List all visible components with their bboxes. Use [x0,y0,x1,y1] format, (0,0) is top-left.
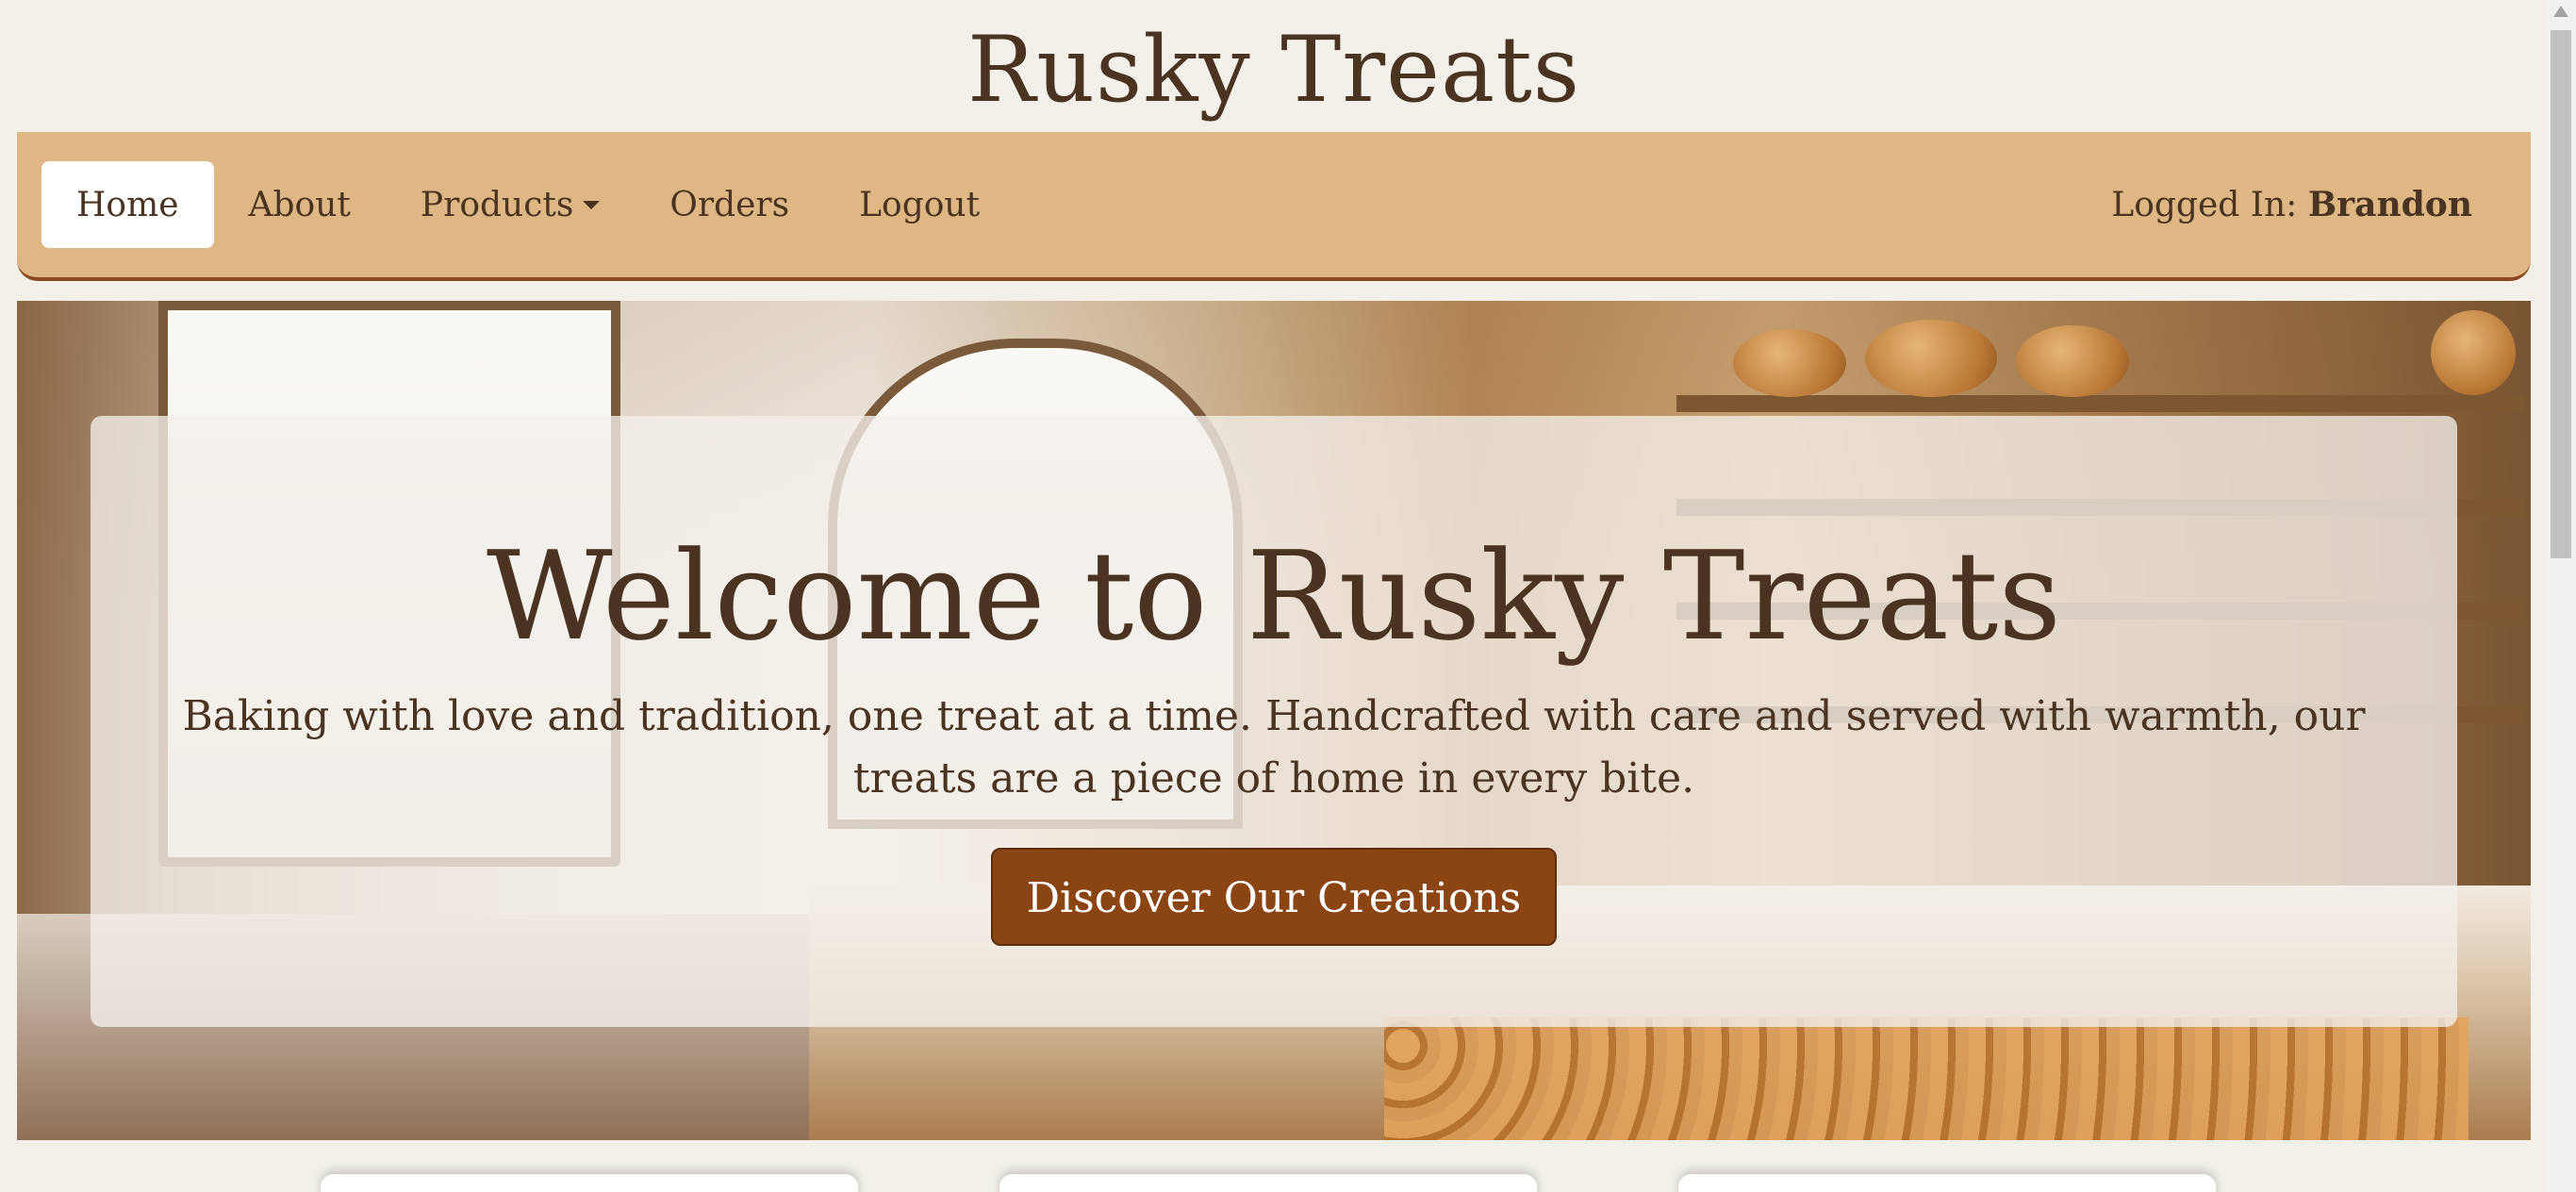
page: Rusky Treats Home About Products Orders … [0,0,2576,1192]
hero-card: Welcome to Rusky Treats Baking with love… [91,416,2457,1027]
hero-section: Welcome to Rusky Treats Baking with love… [17,301,2531,1140]
hero-background-shelf [1676,395,2525,412]
nav-item-products[interactable]: Products [386,161,635,248]
vertical-scrollbar[interactable] [2546,0,2576,1192]
hero-background-bread [2431,310,2516,395]
nav-item-label: Orders [669,185,790,224]
nav-list: Home About Products Orders Logout [41,132,1015,277]
logged-in-label: Logged In: [2111,186,2308,224]
hero-background-bread [2016,325,2129,397]
nav-item-about[interactable]: About [214,161,386,248]
caret-down-icon [583,200,601,209]
scrollbar-thumb[interactable] [2551,30,2571,558]
product-card-peek [321,1174,858,1192]
user-name: Brandon [2307,185,2472,224]
brand-title[interactable]: Rusky Treats [967,17,1580,123]
nav-item-label: Home [76,185,179,224]
hero-tagline: Baking with love and tradition, one trea… [182,692,2366,803]
hero-background-bread [1733,329,1846,397]
hero-title: Welcome to Rusky Treats [486,524,2062,668]
nav-item-label: Products [420,185,574,224]
nav-item-logout[interactable]: Logout [824,161,1015,248]
main-navbar: Home About Products Orders Logout Logged… [17,132,2531,281]
nav-item-label: About [248,185,351,224]
discover-creations-button[interactable]: Discover Our Creations [990,848,1558,946]
nav-item-home[interactable]: Home [41,161,214,248]
logged-in-status: Logged In: Brandon [2111,185,2472,224]
scroll-up-arrow-icon[interactable] [2553,6,2568,17]
product-card-peek [1678,1174,2216,1192]
nav-item-orders[interactable]: Orders [635,161,824,248]
hero-background-pastries [1384,1018,2469,1140]
product-card-peek [999,1174,1537,1192]
site-header: Rusky Treats [17,0,2531,132]
hero-background-bread [1865,320,1997,397]
nav-item-label: Logout [859,185,981,224]
